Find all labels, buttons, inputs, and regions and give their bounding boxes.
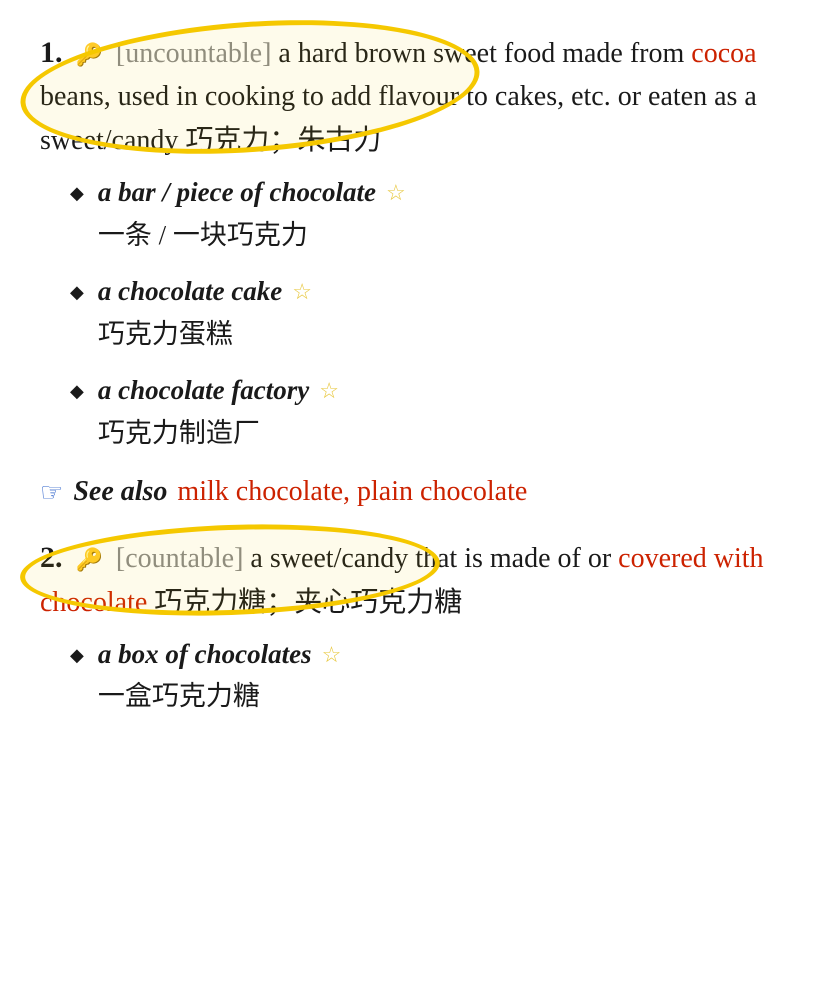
example-text-factory: a chocolate factory — [98, 370, 309, 411]
def-before-red-2: a sweet/candy that is made of or — [250, 543, 618, 574]
example-chinese-bar: 一条 / 一块巧克力 — [98, 215, 788, 256]
star-icon-factory[interactable]: ☆ — [319, 374, 339, 407]
chinese-definition-2: 巧克力糖；夹心巧克力糖 — [154, 587, 462, 618]
example-content-bar: a bar / piece of chocolate ☆ 一条 / 一块巧克力 — [98, 172, 788, 255]
example-english-cake: a chocolate cake ☆ — [98, 271, 788, 312]
example-english-box: a box of chocolates ☆ — [98, 634, 788, 675]
example-item-bar: ◆ a bar / piece of chocolate ☆ 一条 / 一块巧克… — [70, 172, 788, 255]
chinese-definition-1: 巧克力；朱古力 — [185, 125, 381, 156]
example-item-cake: ◆ a chocolate cake ☆ 巧克力蛋糕 — [70, 271, 788, 354]
example-chinese-cake: 巧克力蛋糕 — [98, 314, 788, 355]
see-also-links[interactable]: milk chocolate, plain chocolate — [177, 471, 527, 513]
example-content-cake: a chocolate cake ☆ 巧克力蛋糕 — [98, 271, 788, 354]
diamond-icon-bar: ◆ — [70, 180, 84, 207]
example-english-bar: a bar / piece of chocolate ☆ — [98, 172, 788, 213]
see-also: ☞ See also milk chocolate, plain chocola… — [40, 471, 788, 513]
entry-1: 1. 🔑 [uncountable] a hard brown sweet fo… — [40, 30, 788, 513]
key-icon-1: 🔑 — [76, 42, 103, 67]
key-icon-2: 🔑 — [76, 547, 103, 572]
see-also-icon: ☞ — [40, 473, 63, 512]
star-icon-cake[interactable]: ☆ — [292, 275, 312, 308]
star-icon-bar[interactable]: ☆ — [386, 176, 406, 209]
examples-2: ◆ a box of chocolates ☆ 一盒巧克力糖 — [70, 634, 788, 717]
example-chinese-box: 一盒巧克力糖 — [98, 676, 788, 717]
def-after-red-1: beans, used in cooking to add flavour to… — [40, 81, 757, 155]
examples-1: ◆ a bar / piece of chocolate ☆ 一条 / 一块巧克… — [70, 172, 788, 453]
def-before-red-1: a hard brown sweet food made from — [278, 38, 691, 69]
definition-block-1: 1. 🔑 [uncountable] a hard brown sweet fo… — [40, 30, 788, 162]
diamond-icon-cake: ◆ — [70, 279, 84, 306]
example-content-box: a box of chocolates ☆ 一盒巧克力糖 — [98, 634, 788, 717]
example-item-box: ◆ a box of chocolates ☆ 一盒巧克力糖 — [70, 634, 788, 717]
example-item-factory: ◆ a chocolate factory ☆ 巧克力制造厂 — [70, 370, 788, 453]
entry-number-2: 2. — [40, 541, 63, 574]
definition-block-2: 2. 🔑 [countable] a sweet/candy that is m… — [40, 535, 788, 624]
entry-2: 2. 🔑 [countable] a sweet/candy that is m… — [40, 535, 788, 717]
diamond-icon-factory: ◆ — [70, 378, 84, 405]
see-also-label: See also — [73, 471, 167, 513]
entry-number-1: 1. — [40, 36, 63, 69]
example-english-factory: a chocolate factory ☆ — [98, 370, 788, 411]
example-chinese-factory: 巧克力制造厂 — [98, 413, 788, 454]
grammar-tag-1: [uncountable] — [116, 38, 272, 69]
grammar-tag-2: [countable] — [116, 543, 244, 574]
red-word-1: cocoa — [691, 38, 756, 69]
star-icon-box[interactable]: ☆ — [322, 638, 342, 671]
diamond-icon-box: ◆ — [70, 642, 84, 669]
example-text-bar: a bar / piece of chocolate — [98, 172, 376, 213]
example-text-cake: a chocolate cake — [98, 271, 282, 312]
example-text-box: a box of chocolates — [98, 634, 312, 675]
example-content-factory: a chocolate factory ☆ 巧克力制造厂 — [98, 370, 788, 453]
